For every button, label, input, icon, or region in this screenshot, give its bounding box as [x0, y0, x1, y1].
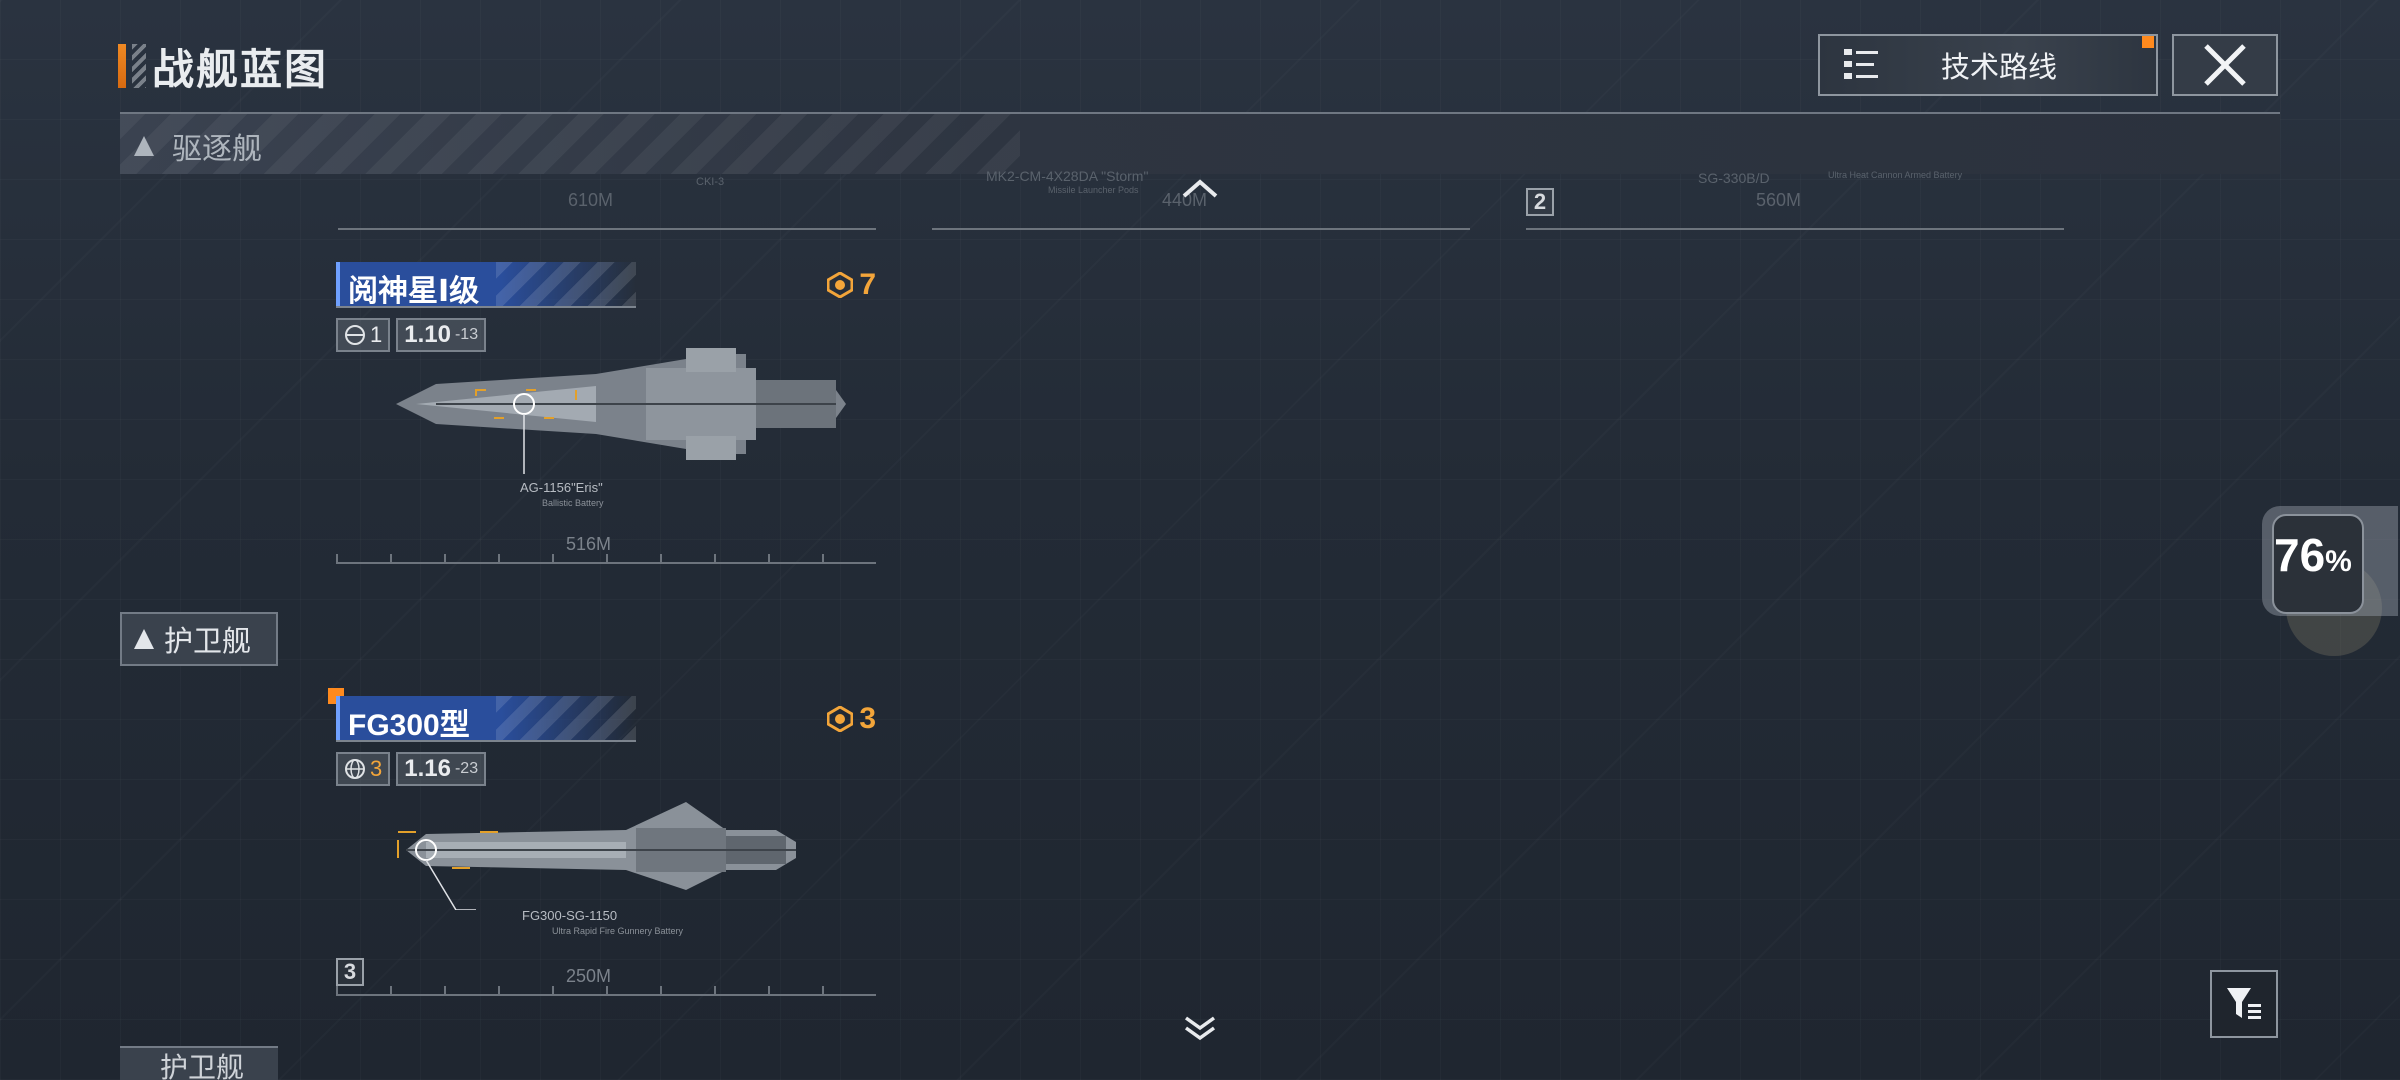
ship-class-box: 3 [336, 752, 391, 786]
page-title: 战舰蓝图 [152, 45, 329, 93]
ruler-partial-left [338, 228, 876, 230]
ship-length-ruler: 250M [336, 966, 876, 996]
ship-name: 阅神星Ⅰ级 [348, 275, 480, 308]
filter-button[interactable] [2210, 970, 2278, 1038]
chevron-up-icon[interactable] [1180, 176, 1220, 200]
ship-length: 516M [566, 534, 612, 554]
weapon-desc-partial-center: Missile Launcher Pods [1048, 185, 1139, 195]
category-header-destroyer[interactable]: 驱逐舰 [120, 112, 2280, 174]
close-icon [2204, 44, 2246, 86]
category-header-frigate[interactable]: 护卫舰 [120, 612, 278, 666]
ship-class-box: 1 [336, 318, 391, 352]
category-header-next[interactable]: 护卫舰 [120, 1046, 278, 1080]
ship-info-row: 3 1.16 -23 [336, 752, 487, 786]
ship-blueprint-image [397, 802, 796, 910]
performance-widget[interactable]: 76% [2262, 506, 2398, 616]
version-main: 1.16 [404, 755, 451, 782]
ship-tier: 1 [370, 322, 383, 347]
ship-length: 250M [566, 966, 612, 986]
weapon-desc: Ultra Rapid Fire Gunnery Battery [552, 926, 684, 936]
weapon-partial-right: SG-330B/D [1698, 170, 1770, 186]
power-value: 7 [859, 268, 876, 301]
weapon-name: AG-1156"Eris" [520, 480, 603, 495]
tech-route-label: 技术路线 [1940, 52, 2057, 84]
ship-type-icon [345, 325, 365, 345]
ruler-partial-right [1526, 228, 2064, 230]
ship-length-ruler: 516M [336, 534, 876, 564]
ship-power: 3 [827, 702, 876, 736]
category-label: 驱逐舰 [134, 124, 262, 168]
ship-version-box: 1.16 -23 [396, 752, 487, 786]
collapse-triangle-icon [134, 136, 154, 156]
chevron-down-icon[interactable] [1180, 1014, 1220, 1044]
ship-power: 7 [827, 268, 876, 302]
category-name: 护卫舰 [164, 626, 252, 658]
ruler-partial-center [932, 228, 1470, 230]
ship-code-partial-left: CKI-3 [696, 176, 725, 188]
ship-name: FG300型 [348, 709, 470, 742]
weapon-desc-partial-right: Ultra Heat Cannon Armed Battery [1828, 170, 1963, 180]
ruler-ticks [336, 986, 876, 994]
power-value: 3 [859, 702, 876, 735]
weapon-name: FG300-SG-1150 [522, 908, 618, 923]
tech-route-button[interactable]: 技术路线 [1818, 34, 2158, 96]
ship-tier: 3 [370, 756, 383, 781]
tech-tree-icon [1844, 49, 1878, 79]
performance-unit: % [2325, 545, 2352, 578]
fleet-power-icon [827, 706, 854, 732]
ship-card[interactable]: 阅神星Ⅰ级 7 1 1.10 -13 AG-1156"Eris" Ballist… [336, 262, 896, 564]
page-header: 战舰蓝图 [118, 38, 328, 94]
close-button[interactable] [2172, 34, 2278, 96]
weapon-desc: Ballistic Battery [542, 498, 604, 508]
notification-dot [2142, 36, 2154, 48]
globe-icon [345, 759, 365, 779]
fleet-power-icon [827, 272, 854, 298]
title-stripe [132, 44, 146, 88]
filter-icon [2227, 988, 2261, 1019]
ship-blueprint-image [396, 348, 846, 474]
version-sub: -23 [454, 760, 479, 777]
category-name: 驱逐舰 [172, 133, 262, 166]
weapon-partial-center: MK2-CM-4X28DA "Storm" [986, 168, 1149, 184]
ruler-ticks [336, 554, 876, 562]
ship-card[interactable]: FG300型 3 3 1.16 -23 FG300-SG-1150 Ultra … [328, 688, 896, 996]
ship-length-partial-left: 610M [568, 190, 614, 210]
performance-number: 76 [2274, 529, 2326, 581]
performance-value: 76% [2274, 528, 2352, 582]
ship-count-badge: 2 [1526, 188, 1554, 216]
collapse-triangle-icon [134, 629, 154, 649]
ship-length-partial-right: 560M [1756, 190, 1802, 210]
title-accent [118, 44, 126, 88]
